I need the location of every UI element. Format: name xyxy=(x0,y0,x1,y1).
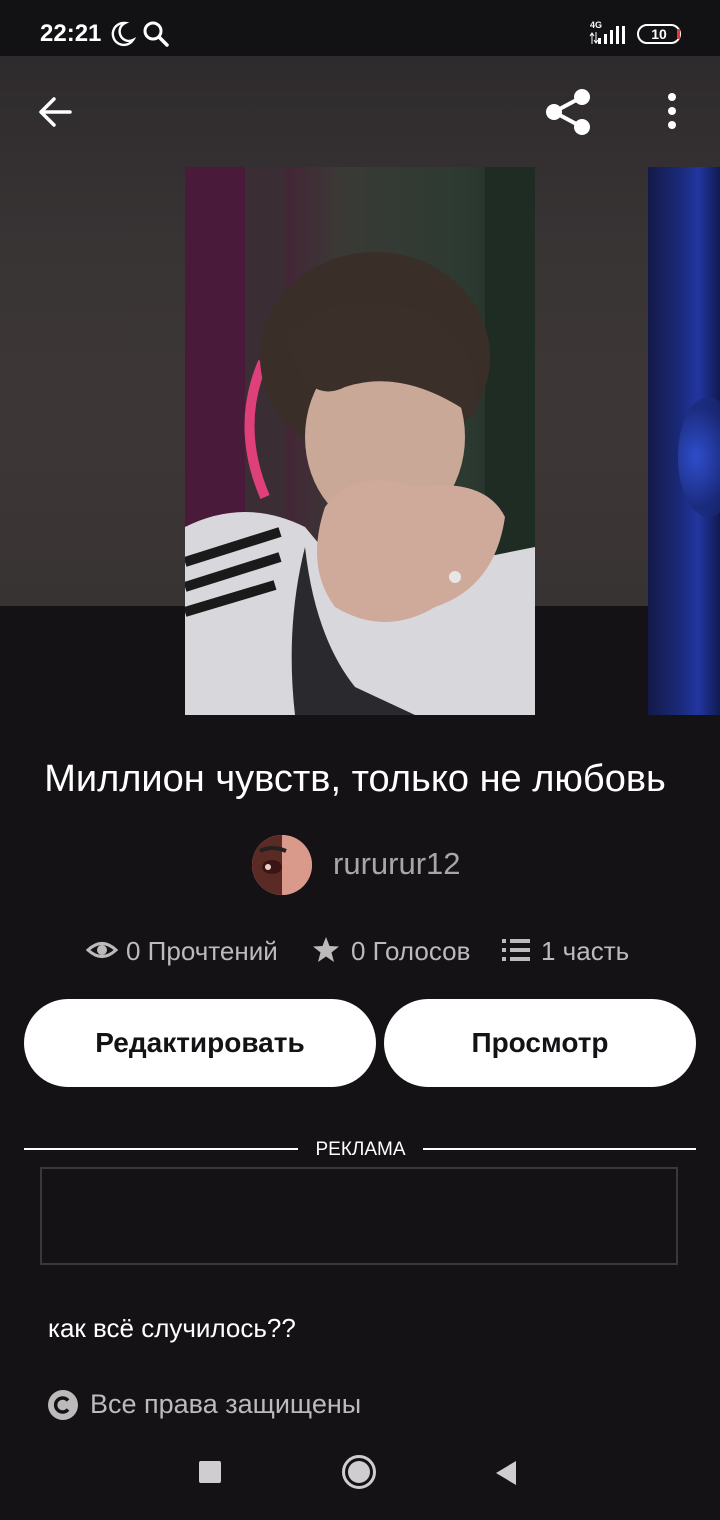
moon-icon xyxy=(111,21,136,47)
status-time: 22:21 xyxy=(40,20,102,47)
preview-button[interactable]: Просмотр xyxy=(384,999,696,1087)
battery-level: 10 xyxy=(651,26,667,42)
votes-count: 0 Голосов xyxy=(351,936,471,966)
eye-icon xyxy=(86,942,118,958)
star-icon xyxy=(313,937,339,962)
back-nav-button[interactable] xyxy=(494,1460,518,1486)
edit-button[interactable]: Редактировать xyxy=(24,999,376,1087)
signal-icon xyxy=(589,26,625,44)
ad-divider-right xyxy=(423,1148,696,1150)
recents-button[interactable] xyxy=(199,1461,221,1483)
share-button[interactable] xyxy=(542,86,594,138)
avatar-image xyxy=(252,835,312,895)
home-button[interactable] xyxy=(341,1454,377,1490)
list-icon xyxy=(502,939,530,961)
story-cover[interactable] xyxy=(185,167,535,715)
reads-count: 0 Прочтений xyxy=(126,936,278,966)
battery-icon: 10 xyxy=(637,24,681,44)
system-nav-bar xyxy=(0,1430,720,1520)
story-title: Миллион чувств, только не любовь xyxy=(44,758,666,800)
story-description: как всё случилось?? xyxy=(48,1313,296,1343)
copyright-text: Все права защищены xyxy=(90,1389,362,1419)
status-bar: 22:21 4G 10 xyxy=(0,0,720,56)
parts-count: 1 часть xyxy=(541,936,630,966)
back-button[interactable] xyxy=(36,92,76,132)
search-icon xyxy=(143,21,169,47)
author-name[interactable]: rururur12 xyxy=(333,846,461,882)
next-story-cover[interactable] xyxy=(648,167,720,715)
ad-divider-left xyxy=(24,1148,298,1150)
copyright-icon xyxy=(48,1390,78,1420)
more-options-button[interactable] xyxy=(660,90,684,134)
ad-container[interactable] xyxy=(40,1167,678,1265)
ad-label: РЕКЛАМА xyxy=(315,1139,406,1160)
cover-image xyxy=(185,167,535,715)
author-avatar[interactable] xyxy=(252,835,312,895)
